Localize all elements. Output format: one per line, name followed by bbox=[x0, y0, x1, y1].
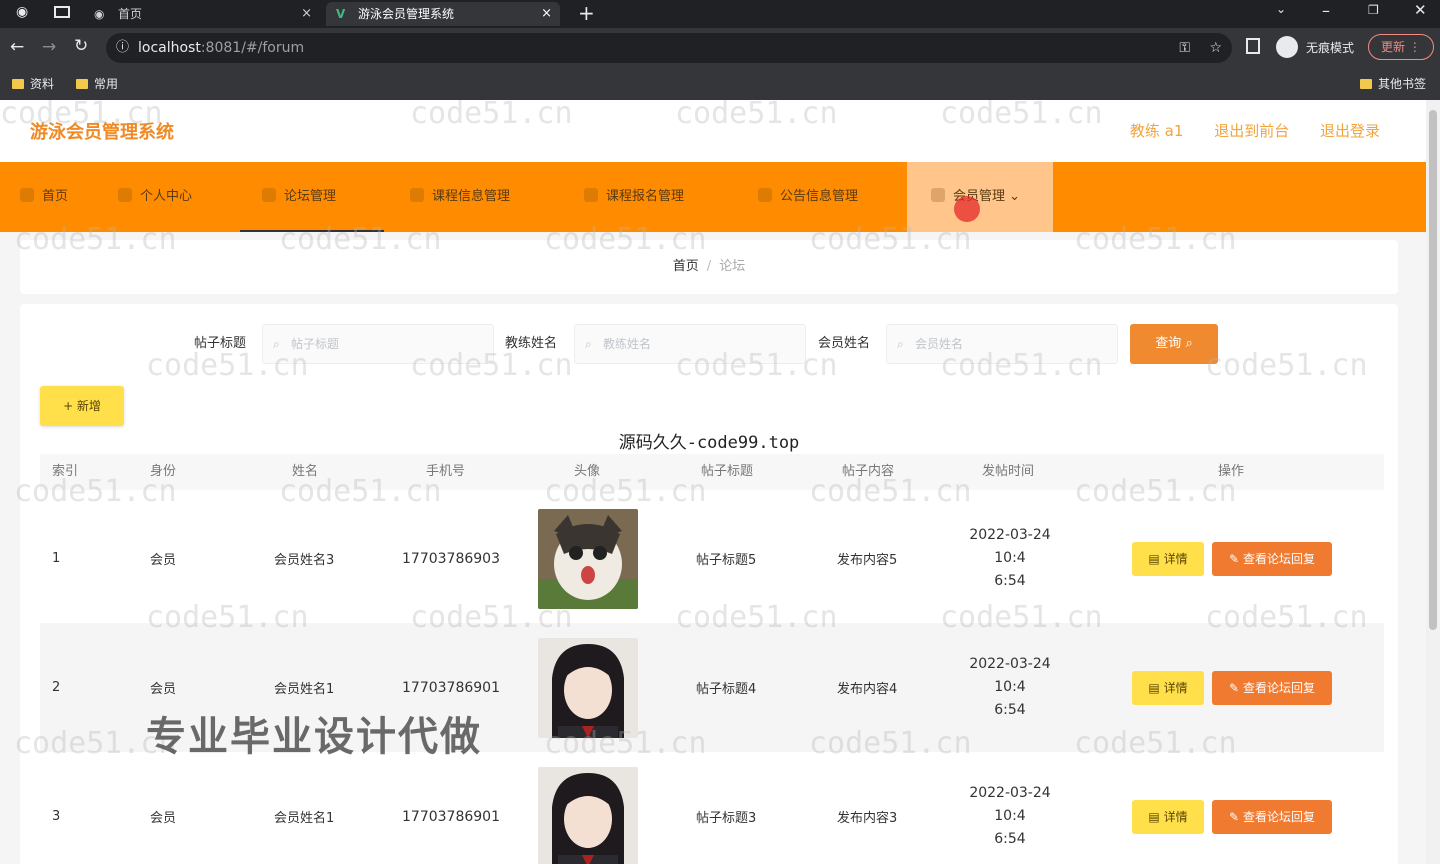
page-scrollbar[interactable] bbox=[1426, 100, 1440, 864]
info-icon: ⓘ bbox=[116, 40, 130, 55]
close-tab-icon[interactable]: × bbox=[301, 2, 312, 26]
portrait-photo-icon bbox=[538, 637, 638, 738]
overlay-caption: 源码久久-code99.top bbox=[618, 433, 800, 453]
nav-home[interactable]: 首页 bbox=[20, 162, 68, 232]
close-window-icon[interactable]: ✕ bbox=[1414, 1, 1427, 19]
detail-button[interactable]: ▤ 详情 bbox=[1132, 542, 1204, 576]
add-button[interactable]: + 新增 bbox=[40, 386, 124, 426]
address-bar[interactable]: ⓘ localhost:8081/#/forum ⚿ ☆ bbox=[106, 33, 1232, 63]
forward-icon[interactable]: → bbox=[42, 37, 56, 57]
coach-filter-label: 教练姓名 bbox=[505, 336, 558, 351]
app-page: 游泳会员管理系统 教练 a1 退出到前台 退出登录 首页 个人中心 论坛管理 课… bbox=[0, 100, 1440, 864]
document-icon: ▤ bbox=[1148, 552, 1160, 566]
chevron-down-icon[interactable]: ⌄ bbox=[1276, 2, 1286, 16]
folder-icon bbox=[1360, 79, 1372, 89]
avatar bbox=[538, 766, 638, 864]
profile-label[interactable]: 无痕模式 bbox=[1306, 39, 1354, 56]
notice-icon bbox=[758, 188, 772, 202]
content-panel: 帖子标题 ⌕ 帖子标题 教练姓名 ⌕ 教练姓名 会员姓名 ⌕ 会员姓名 查询 ⌕ + … bbox=[20, 304, 1398, 864]
update-button[interactable]: 更新 ⋮ bbox=[1368, 34, 1434, 60]
app-title: 游泳会员管理系统 bbox=[30, 122, 174, 143]
incognito-icon[interactable] bbox=[1276, 36, 1298, 58]
search-icon: ⌕ bbox=[585, 337, 592, 351]
nav-notice[interactable]: 公告信息管理 bbox=[758, 162, 858, 232]
window-icon[interactable] bbox=[54, 6, 70, 18]
title-filter-input[interactable]: ⌕ 帖子标题 bbox=[262, 324, 494, 364]
tab-system[interactable]: V 游泳会员管理系统 × bbox=[326, 2, 560, 26]
browser-icon[interactable]: ◉ bbox=[16, 4, 28, 20]
minimize-icon[interactable]: – bbox=[1322, 1, 1330, 20]
logout-link[interactable]: 退出登录 bbox=[1320, 122, 1380, 140]
breadcrumb-home[interactable]: 首页 bbox=[673, 259, 699, 274]
browser-chrome: ◉ ◉ 首页 × V 游泳会员管理系统 × + ⌄ – ❐ ✕ ← → ↻ ⓘ … bbox=[0, 0, 1440, 100]
back-to-front-link[interactable]: 退出到前台 bbox=[1214, 122, 1289, 140]
new-tab-button[interactable]: + bbox=[578, 1, 595, 25]
tab-strip: ◉ ◉ 首页 × V 游泳会员管理系统 × + ⌄ – ❐ ✕ bbox=[0, 0, 1440, 28]
globe-icon: ◉ bbox=[94, 7, 105, 21]
nav-member[interactable]: 会员管理 ⌄ bbox=[907, 162, 1053, 232]
portrait-photo-icon bbox=[538, 766, 638, 864]
other-bookmarks[interactable]: 其他书签 bbox=[1360, 70, 1426, 98]
home-icon bbox=[20, 188, 34, 202]
signup-icon bbox=[584, 188, 598, 202]
member-filter-input[interactable]: ⌕ 会员姓名 bbox=[886, 324, 1118, 364]
breadcrumb-current: 论坛 bbox=[719, 259, 746, 274]
query-button[interactable]: 查询 ⌕ bbox=[1130, 324, 1218, 364]
search-icon: ⌕ bbox=[273, 337, 280, 351]
nav-forum[interactable]: 论坛管理 bbox=[240, 162, 384, 232]
breadcrumb: 首页 / 论坛 bbox=[20, 240, 1398, 294]
edit-icon: ✎ bbox=[1229, 810, 1240, 824]
header-links: 教练 a1 退出到前台 退出登录 bbox=[1104, 120, 1380, 141]
course-icon bbox=[410, 188, 424, 202]
chevron-down-icon: ⌄ bbox=[1009, 189, 1021, 204]
forum-icon bbox=[262, 188, 276, 202]
member-filter-label: 会员姓名 bbox=[818, 336, 871, 351]
app-header: 游泳会员管理系统 教练 a1 退出到前台 退出登录 bbox=[0, 100, 1426, 162]
bookmark-item[interactable]: 资料 bbox=[12, 70, 54, 98]
table-header: 索引 身份 姓名 手机号 头像 帖子标题 帖子内容 发帖时间 操作 bbox=[40, 454, 1384, 490]
search-icon: ⌕ bbox=[897, 337, 904, 351]
nav-profile[interactable]: 个人中心 bbox=[118, 162, 192, 232]
user-icon bbox=[118, 188, 132, 202]
key-icon[interactable]: ⚿ bbox=[1179, 33, 1190, 63]
vue-logo-icon: V bbox=[336, 7, 346, 21]
edit-icon: ✎ bbox=[1229, 552, 1240, 566]
search-icon: ⌕ bbox=[1185, 336, 1193, 351]
current-user: 教练 a1 bbox=[1129, 122, 1184, 140]
scrollbar-thumb[interactable] bbox=[1429, 110, 1437, 630]
avatar bbox=[538, 637, 638, 738]
reload-icon[interactable]: ↻ bbox=[74, 36, 88, 56]
avatar bbox=[538, 508, 638, 609]
bookmarks-bar: 资料 常用 其他书签 bbox=[0, 68, 1440, 100]
view-replies-button[interactable]: ✎ 查看论坛回复 bbox=[1212, 800, 1332, 834]
folder-icon bbox=[12, 79, 24, 89]
detail-button[interactable]: ▤ 详情 bbox=[1132, 800, 1204, 834]
nav-course-signup[interactable]: 课程报名管理 bbox=[584, 162, 684, 232]
folder-icon bbox=[76, 79, 88, 89]
star-icon[interactable]: ☆ bbox=[1209, 33, 1222, 63]
tab-home[interactable]: ◉ 首页 × bbox=[86, 2, 320, 26]
back-icon[interactable]: ← bbox=[10, 37, 24, 57]
ad-overlay-text: 专业毕业设计代做 bbox=[146, 714, 482, 760]
mouse-cursor-icon bbox=[954, 196, 980, 222]
table-row: 1 会员 会员姓名3 17703786903 帖子标题5 发布内容5 2022-… bbox=[40, 494, 1384, 623]
view-replies-button[interactable]: ✎ 查看论坛回复 bbox=[1212, 671, 1332, 705]
close-tab-icon[interactable]: × bbox=[541, 2, 552, 26]
main-nav: 首页 个人中心 论坛管理 课程信息管理 课程报名管理 公告信息管理 会员管理 ⌄ bbox=[0, 162, 1426, 232]
cat-photo-icon bbox=[538, 508, 638, 609]
member-icon bbox=[931, 188, 945, 202]
view-replies-button[interactable]: ✎ 查看论坛回复 bbox=[1212, 542, 1332, 576]
edit-icon: ✎ bbox=[1229, 681, 1240, 695]
nav-course-info[interactable]: 课程信息管理 bbox=[410, 162, 510, 232]
title-filter-label: 帖子标题 bbox=[194, 336, 247, 351]
address-row: ← → ↻ ⓘ localhost:8081/#/forum ⚿ ☆ 无痕模式 … bbox=[0, 28, 1440, 68]
document-icon: ▤ bbox=[1148, 681, 1160, 695]
table-row: 3 会员 会员姓名1 17703786901 帖子标题3 发布内容3 2022-… bbox=[40, 752, 1384, 864]
detail-button[interactable]: ▤ 详情 bbox=[1132, 671, 1204, 705]
coach-filter-input[interactable]: ⌕ 教练姓名 bbox=[574, 324, 806, 364]
restore-icon[interactable]: ❐ bbox=[1368, 3, 1379, 17]
document-icon: ▤ bbox=[1148, 810, 1160, 824]
sidepanel-icon[interactable] bbox=[1246, 38, 1260, 54]
bookmark-item[interactable]: 常用 bbox=[76, 70, 118, 98]
